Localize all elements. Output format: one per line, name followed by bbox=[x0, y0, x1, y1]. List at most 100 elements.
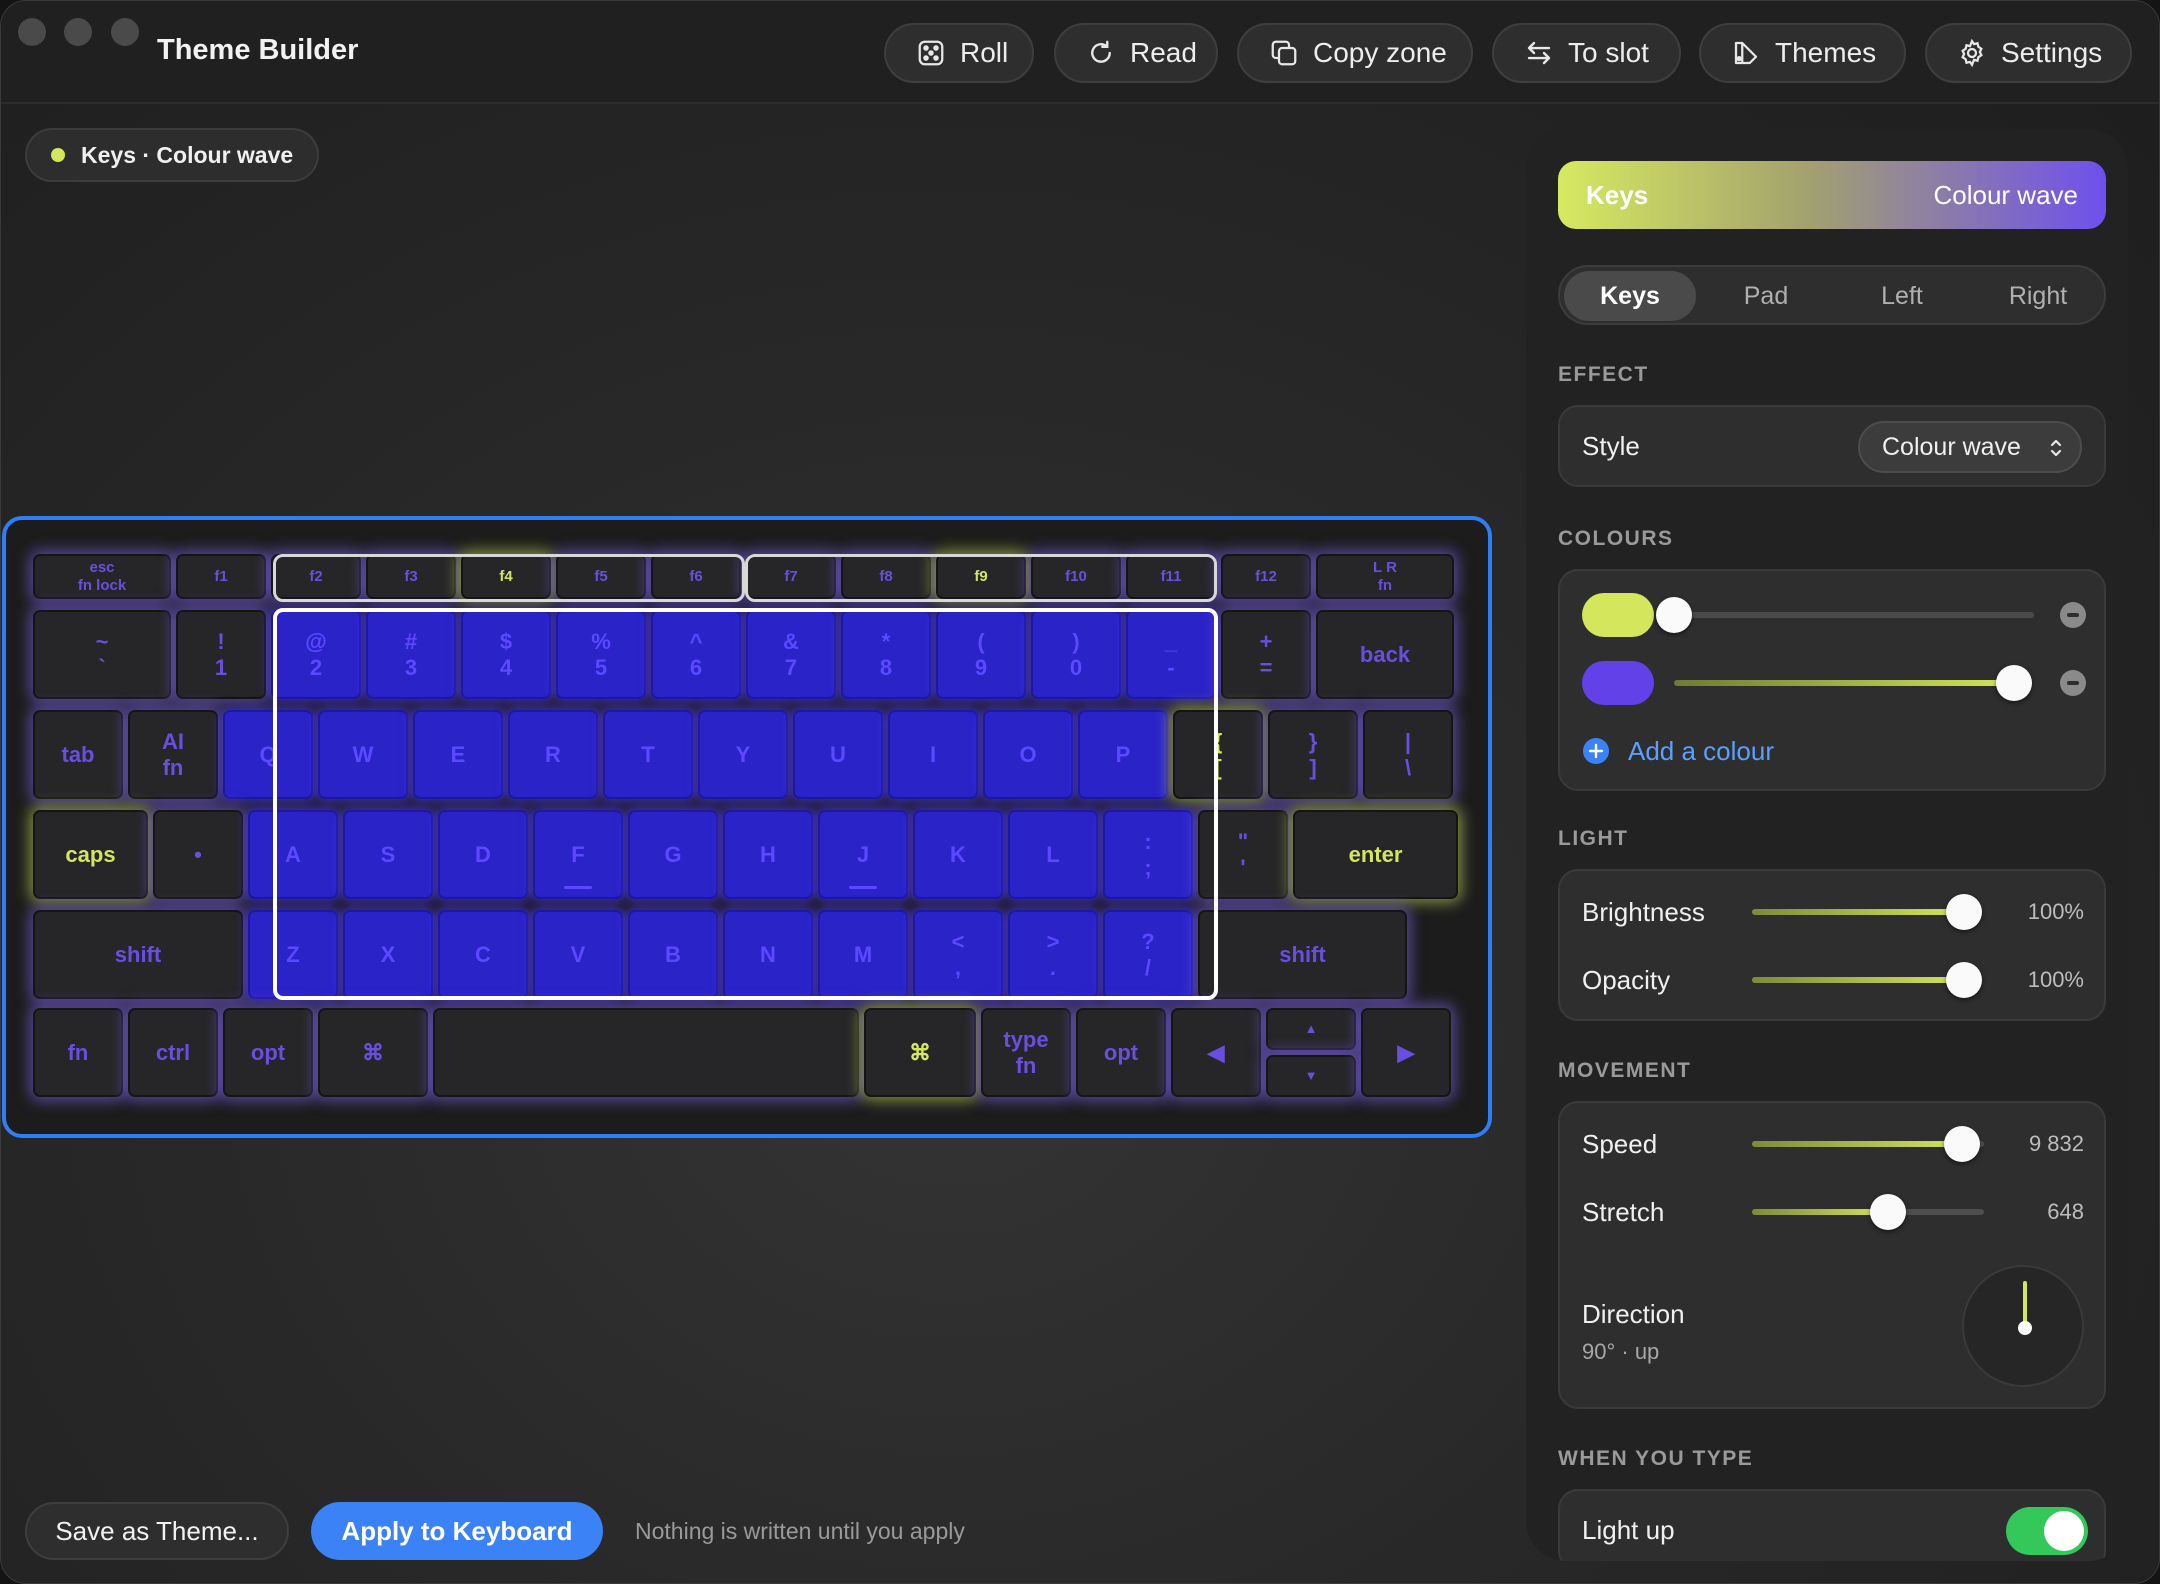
key[interactable]: f9 bbox=[936, 554, 1026, 599]
key[interactable]: H bbox=[723, 810, 813, 899]
key[interactable]: + = bbox=[1221, 610, 1311, 699]
key[interactable]: F bbox=[533, 810, 623, 899]
key[interactable]: : ; bbox=[1103, 810, 1193, 899]
key[interactable]: I bbox=[888, 710, 978, 799]
segment-keys[interactable]: Keys bbox=[1564, 271, 1696, 321]
key[interactable]: B bbox=[628, 910, 718, 999]
key[interactable]: f2 bbox=[271, 554, 361, 599]
colour-swatch-1[interactable] bbox=[1582, 593, 1654, 637]
key[interactable]: ) 0 bbox=[1031, 610, 1121, 699]
key[interactable]: M bbox=[818, 910, 908, 999]
key[interactable]: % 5 bbox=[556, 610, 646, 699]
key[interactable]: f7 bbox=[746, 554, 836, 599]
key[interactable]: ⌘ bbox=[864, 1008, 976, 1097]
key[interactable]: shift bbox=[33, 910, 243, 999]
key[interactable]: f6 bbox=[651, 554, 741, 599]
key[interactable]: & 7 bbox=[746, 610, 836, 699]
key[interactable]: ( 9 bbox=[936, 610, 1026, 699]
key[interactable]: ▶ bbox=[1361, 1008, 1451, 1097]
key[interactable]: W bbox=[318, 710, 408, 799]
key[interactable]: P bbox=[1078, 710, 1168, 799]
key[interactable]: type fn bbox=[981, 1008, 1071, 1097]
light-up-toggle[interactable] bbox=[2006, 1507, 2088, 1555]
key[interactable]: shift bbox=[1198, 910, 1407, 999]
key[interactable]: V bbox=[533, 910, 623, 999]
key[interactable]: L bbox=[1008, 810, 1098, 899]
key[interactable]: enter bbox=[1293, 810, 1458, 899]
key[interactable]: caps bbox=[33, 810, 148, 899]
direction-dial[interactable] bbox=[1962, 1265, 2084, 1387]
colour-swatch-2[interactable] bbox=[1582, 661, 1654, 705]
remove-colour-1-icon[interactable] bbox=[2060, 602, 2086, 628]
key[interactable]: f12 bbox=[1221, 554, 1311, 599]
key[interactable]: $ 4 bbox=[461, 610, 551, 699]
key[interactable]: ? / bbox=[1103, 910, 1193, 999]
key[interactable]: > . bbox=[1008, 910, 1098, 999]
key[interactable]: _ - bbox=[1126, 610, 1216, 699]
segment-left[interactable]: Left bbox=[1836, 271, 1968, 321]
key[interactable]: O bbox=[983, 710, 1073, 799]
key[interactable]: back bbox=[1316, 610, 1454, 699]
remove-colour-2-icon[interactable] bbox=[2060, 670, 2086, 696]
segment-right[interactable]: Right bbox=[1972, 271, 2104, 321]
key[interactable]: f5 bbox=[556, 554, 646, 599]
key[interactable]: J bbox=[818, 810, 908, 899]
key[interactable]: Y bbox=[698, 710, 788, 799]
stretch-slider[interactable] bbox=[1752, 1209, 1984, 1215]
colour-stop-track-1[interactable] bbox=[1674, 612, 2034, 618]
close-window-button[interactable] bbox=[18, 18, 46, 46]
key[interactable]: @ 2 bbox=[271, 610, 361, 699]
key[interactable]: K bbox=[913, 810, 1003, 899]
key[interactable]: | \ bbox=[1363, 710, 1453, 799]
copy-zone-button[interactable]: Copy zone bbox=[1237, 23, 1473, 83]
key[interactable]: { [ bbox=[1173, 710, 1263, 799]
to-slot-button[interactable]: To slot bbox=[1492, 23, 1681, 83]
opacity-thumb[interactable] bbox=[1946, 962, 1982, 998]
settings-button[interactable]: Settings bbox=[1925, 23, 2132, 83]
zoom-window-button[interactable] bbox=[111, 18, 139, 46]
colour-stop-track-2[interactable] bbox=[1674, 680, 2016, 686]
key[interactable]: • bbox=[153, 810, 243, 899]
key[interactable] bbox=[433, 1008, 859, 1097]
key[interactable]: ◀ bbox=[1171, 1008, 1261, 1097]
colour-stop-handle-1[interactable] bbox=[1656, 597, 1692, 633]
key[interactable]: f10 bbox=[1031, 554, 1121, 599]
speed-thumb[interactable] bbox=[1944, 1126, 1980, 1162]
segment-pad[interactable]: Pad bbox=[1700, 271, 1832, 321]
key[interactable]: " ' bbox=[1198, 810, 1288, 899]
key[interactable]: AI fn bbox=[128, 710, 218, 799]
key[interactable]: Q bbox=[223, 710, 313, 799]
themes-button[interactable]: Themes bbox=[1699, 23, 1906, 83]
read-button[interactable]: Read bbox=[1054, 23, 1218, 83]
key[interactable]: tab bbox=[33, 710, 123, 799]
key[interactable]: opt bbox=[223, 1008, 313, 1097]
opacity-slider[interactable] bbox=[1752, 977, 1964, 983]
key[interactable]: } ] bbox=[1268, 710, 1358, 799]
key[interactable]: R bbox=[508, 710, 598, 799]
key[interactable]: X bbox=[343, 910, 433, 999]
save-as-theme-button[interactable]: Save as Theme... bbox=[25, 1502, 289, 1560]
key[interactable]: opt bbox=[1076, 1008, 1166, 1097]
colour-stop-handle-2[interactable] bbox=[1996, 665, 2032, 701]
key[interactable]: L R fn bbox=[1316, 554, 1454, 599]
minimize-window-button[interactable] bbox=[64, 18, 92, 46]
key[interactable]: Z bbox=[248, 910, 338, 999]
key[interactable]: ^ 6 bbox=[651, 610, 741, 699]
key[interactable]: f8 bbox=[841, 554, 931, 599]
key[interactable]: fn bbox=[33, 1008, 123, 1097]
key[interactable]: f4 bbox=[461, 554, 551, 599]
key[interactable]: ▲ bbox=[1266, 1008, 1356, 1050]
key[interactable]: ▼ bbox=[1266, 1055, 1356, 1097]
key[interactable]: E bbox=[413, 710, 503, 799]
key[interactable]: T bbox=[603, 710, 693, 799]
key[interactable]: ~ ` bbox=[33, 610, 171, 699]
key[interactable]: C bbox=[438, 910, 528, 999]
key[interactable]: A bbox=[248, 810, 338, 899]
apply-to-keyboard-button[interactable]: Apply to Keyboard bbox=[311, 1502, 603, 1560]
key[interactable]: f11 bbox=[1126, 554, 1216, 599]
key[interactable]: ! 1 bbox=[176, 610, 266, 699]
roll-button[interactable]: Roll bbox=[884, 23, 1034, 83]
key[interactable]: N bbox=[723, 910, 813, 999]
brightness-thumb[interactable] bbox=[1946, 894, 1982, 930]
key[interactable]: D bbox=[438, 810, 528, 899]
